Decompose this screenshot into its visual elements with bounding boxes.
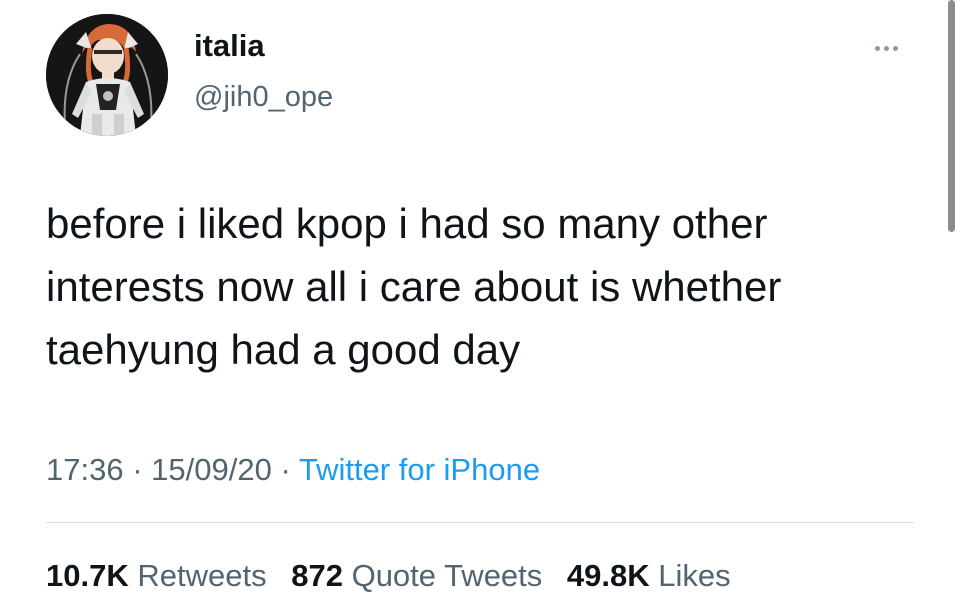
quote-tweets-label: Quote Tweets — [351, 558, 543, 593]
anime-character-avatar-icon — [46, 14, 168, 136]
meta-separator: · — [132, 452, 143, 487]
tweet-source-link[interactable]: Twitter for iPhone — [299, 452, 540, 487]
more-horizontal-icon — [892, 45, 898, 51]
display-name[interactable]: italia — [194, 28, 265, 64]
tweet-date[interactable]: 15/09/20 — [151, 452, 272, 487]
retweets-stat[interactable]: 10.7K Retweets — [46, 556, 267, 596]
more-horizontal-icon — [883, 45, 889, 51]
meta-separator: · — [280, 452, 291, 487]
tweet-metadata: 17:36 · 15/09/20 · Twitter for iPhone — [46, 450, 540, 490]
more-horizontal-icon — [874, 45, 880, 51]
retweets-label: Retweets — [137, 558, 267, 593]
likes-count: 49.8K — [566, 558, 650, 593]
divider — [46, 522, 914, 523]
tweet-card: italia @jih0_ope before i liked kpop i h… — [0, 0, 960, 608]
tweet-time[interactable]: 17:36 — [46, 452, 124, 487]
tweet-stats: 10.7K Retweets 872 Quote Tweets 49.8K Li… — [46, 556, 747, 596]
likes-label: Likes — [658, 558, 731, 593]
more-options-button[interactable] — [864, 34, 908, 62]
avatar[interactable] — [46, 14, 168, 136]
scrollbar-thumb[interactable] — [948, 0, 955, 232]
quote-tweets-stat[interactable]: 872 Quote Tweets — [291, 556, 542, 596]
retweets-count: 10.7K — [46, 558, 129, 593]
likes-stat[interactable]: 49.8K Likes — [567, 556, 731, 596]
user-handle[interactable]: @jih0_ope — [194, 80, 333, 114]
quote-tweets-count: 872 — [291, 558, 343, 593]
tweet-text: before i liked kpop i had so many other … — [46, 200, 782, 373]
